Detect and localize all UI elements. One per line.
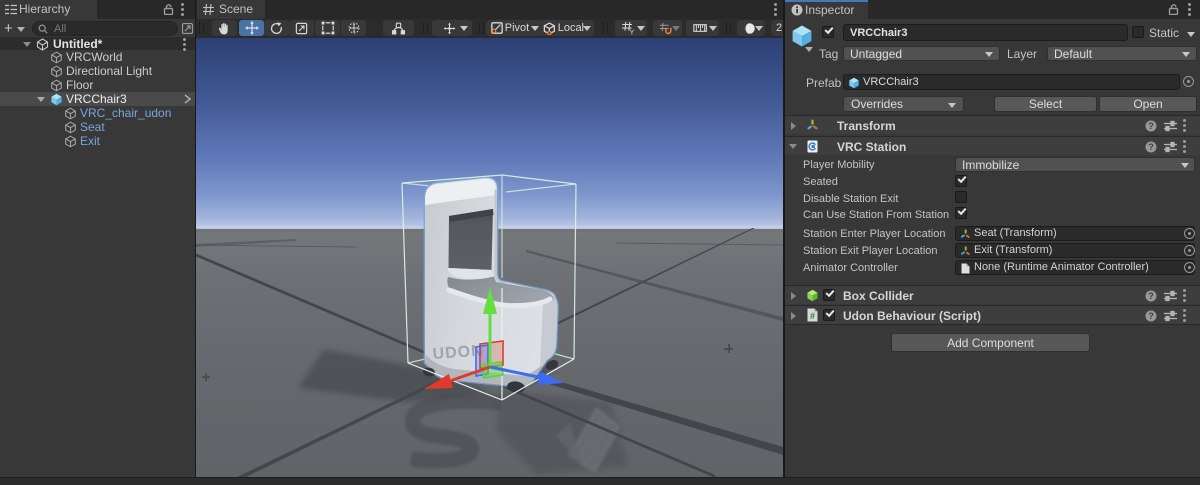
svg-text:?: ?: [1148, 121, 1154, 131]
svg-text:?: ?: [1148, 142, 1154, 152]
svg-text:Y: Y: [629, 28, 634, 35]
svg-text:?: ?: [1148, 311, 1154, 321]
svg-text:#: #: [810, 311, 815, 321]
svg-text:?: ?: [1148, 291, 1154, 301]
